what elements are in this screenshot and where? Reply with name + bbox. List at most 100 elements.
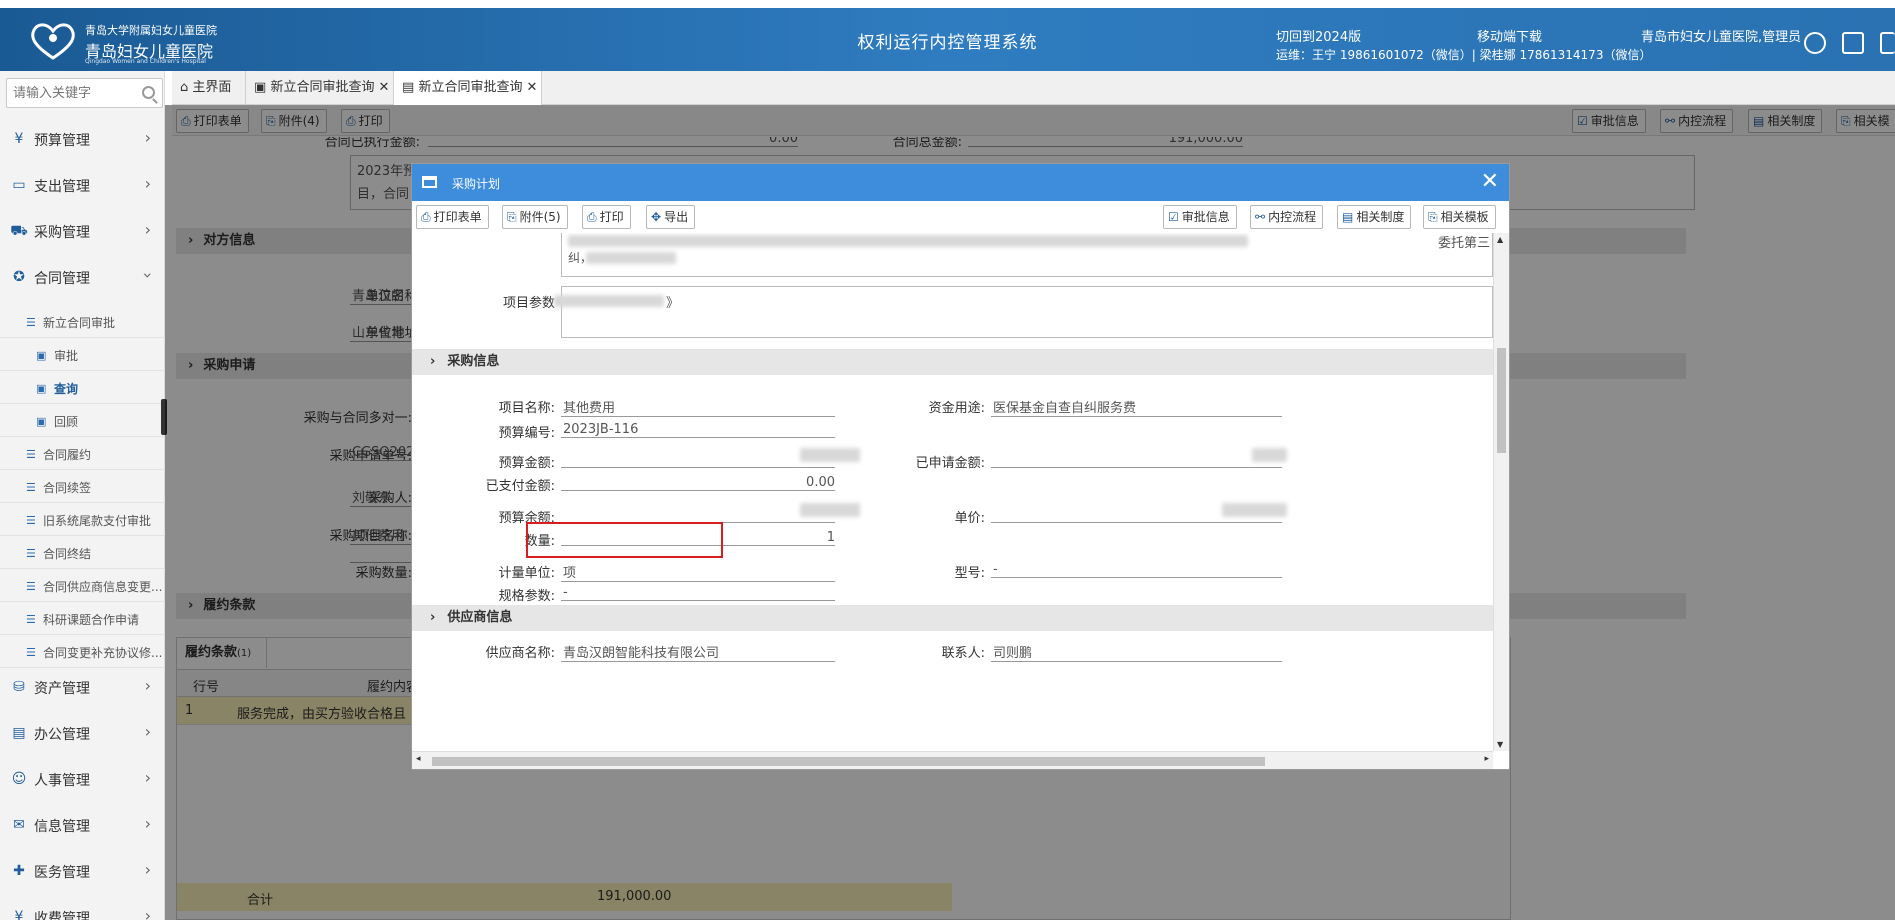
purchase-detail-textarea[interactable]: 纠， 委托第三 (561, 233, 1493, 277)
tab-home[interactable]: ⌂ 主界面 (172, 71, 246, 105)
close-icon[interactable]: ✕ (526, 80, 537, 95)
spec-label: 规格参数: (498, 589, 555, 604)
supplier-info-section[interactable]: › 供应商信息 (412, 605, 1493, 631)
applied-amount-label: 已申请金额: (915, 456, 985, 471)
doc-icon: ▣ (36, 382, 47, 395)
budget-amount-label: 预算金额: (498, 456, 555, 471)
chevron-right-icon: › (144, 220, 151, 239)
message-icon: ✉ (13, 817, 25, 833)
scroll-down-icon[interactable]: ▼ (1497, 740, 1503, 749)
redacted-text (1222, 503, 1287, 517)
modal-export-button[interactable]: ✥ 导出 (646, 205, 696, 229)
logout-icon[interactable] (1880, 32, 1895, 54)
menu-procurement[interactable]: ⛟ 采购管理 › (0, 208, 165, 254)
doc-icon: ▣ (36, 415, 47, 428)
briefcase-icon: ▤ (12, 725, 26, 741)
list-icon: ☰ (26, 514, 36, 527)
modal-attachment-button[interactable]: ⎘ 附件(5) (502, 205, 568, 229)
sub-termination[interactable]: ☰ 合同终结 (0, 536, 165, 569)
chevron-right-icon: › (430, 610, 436, 625)
list-icon: ☰ (26, 646, 36, 659)
menu-fee[interactable]: ¥ 收费管理 › (0, 894, 165, 920)
sub-approve[interactable]: ▣ 审批 (0, 338, 165, 371)
menu-budget[interactable]: ¥ 预算管理 › (0, 116, 165, 162)
list-icon: ☰ (26, 448, 36, 461)
project-ref-textarea[interactable]: 》 (554, 286, 1493, 338)
menu-info[interactable]: ✉ 信息管理 › (0, 802, 165, 848)
project-name-value: 其他费用 (561, 397, 835, 417)
asset-icon: ⛁ (13, 679, 25, 695)
lock-icon[interactable] (1842, 32, 1864, 54)
redacted-text (800, 503, 860, 517)
sidebar: ¥预算管理› ▭支出管理› ⛟采购管理› ✪合同管理› ☰新立合同审批 ▣审批 … (0, 71, 167, 920)
redacted-text (568, 235, 1248, 247)
sub-research[interactable]: ☰ 科研课题合作申请 (0, 602, 165, 635)
close-icon[interactable]: ✕ (378, 80, 389, 95)
app-header: 青岛大学附属妇女儿童医院 青岛妇女儿童医院 Qingdao Women and … (0, 8, 1895, 71)
chevron-right-icon: › (430, 354, 436, 369)
modal-horizontal-scrollbar[interactable]: ◂ ▸ (412, 751, 1493, 769)
paid-amount-value: 0.00 (561, 475, 835, 491)
modal-print-form-button[interactable]: ⎙ 打印表单 (416, 205, 489, 229)
switch-version-link[interactable]: 切回到2024版 (1276, 26, 1361, 45)
chevron-right-icon: › (144, 814, 151, 833)
entrust-text: 委托第三 (1437, 236, 1490, 251)
scroll-thumb[interactable] (432, 757, 1265, 766)
attachment-icon: ⎘ (507, 210, 517, 224)
chevron-right-icon: › (144, 906, 151, 920)
sub-query[interactable]: ▣ 查询 (0, 371, 165, 404)
scroll-right-icon[interactable]: ▸ (1484, 754, 1489, 764)
unit-price-label: 单价: (954, 511, 985, 526)
menu-hr[interactable]: ☺ 人事管理 › (0, 756, 165, 802)
purchase-info-section[interactable]: › 采购信息 (412, 349, 1493, 375)
close-icon[interactable]: ✕ (1481, 169, 1499, 194)
sub-performance[interactable]: ☰ 合同履约 (0, 437, 165, 470)
model-label: 型号: (954, 566, 985, 581)
list-icon: ☰ (26, 580, 36, 593)
chevron-right-icon: › (144, 768, 151, 787)
search-input[interactable] (7, 79, 132, 107)
menu-asset[interactable]: ⛁ 资产管理 › (0, 664, 165, 710)
menu-contract[interactable]: ✪ 合同管理 › (0, 254, 165, 300)
modal-approval-info-button[interactable]: ☑ 审批信息 (1163, 205, 1237, 229)
sub-renewal[interactable]: ☰ 合同续签 (0, 470, 165, 503)
project-name-label: 项目名称: (498, 401, 555, 416)
contact-value: 司则鹏 (991, 642, 1282, 662)
chevron-down-icon: › (138, 272, 158, 279)
modal-internal-flow-button[interactable]: ⚯ 内控流程 (1250, 205, 1324, 229)
mobile-download-link[interactable]: 移动端下载 (1477, 26, 1542, 45)
modal-related-rules-button[interactable]: ▤ 相关制度 (1337, 205, 1412, 229)
menu-office[interactable]: ▤ 办公管理 › (0, 710, 165, 756)
user-icon[interactable] (1804, 32, 1826, 54)
scroll-thumb[interactable] (1497, 348, 1506, 453)
redacted-text (554, 295, 664, 307)
current-user[interactable]: 青岛市妇女儿童医院,管理员 (1641, 26, 1801, 45)
chevron-right-icon: › (144, 174, 151, 193)
modal-toolbar: ⎙ 打印表单 ⎘ 附件(5) ⎙ 打印 ✥ 导出 ☑ 审批信息 ⚯ 内控流程 ▤ 相关制度 ⎘… (412, 201, 1509, 233)
modal-related-templates-button[interactable]: ⎘ 相关模板 (1423, 205, 1496, 229)
tab-contract-query[interactable]: ▣ 新立合同审批查询 ✕ (246, 71, 394, 105)
printer-icon: ⎙ (421, 210, 431, 224)
printer-icon: ⎙ (587, 210, 597, 224)
sub-supplier-change[interactable]: ☰ 合同供应商信息变更... (0, 569, 165, 602)
scroll-left-icon[interactable]: ◂ (416, 754, 421, 764)
tab-contract-query-active[interactable]: ▤ 新立合同审批查询 ✕ (394, 71, 542, 105)
modal-header: 采购计划 ✕ (412, 164, 1509, 201)
sidebar-search[interactable] (6, 78, 163, 108)
tab-bar: ⌂ 主界面 ▣ 新立合同审批查询 ✕ ▤ 新立合同审批查询 ✕ (172, 71, 1895, 105)
modal-vertical-scrollbar[interactable]: ▲ ▼ (1493, 233, 1509, 751)
sub-legacy-payment[interactable]: ☰ 旧系统尾款支付审批 (0, 503, 165, 536)
menu-medical[interactable]: ✚ 医务管理 › (0, 848, 165, 894)
redacted-text (1252, 448, 1287, 462)
chevron-right-icon: › (144, 128, 151, 147)
chevron-right-icon: › (144, 722, 151, 741)
contact-label: 联系人: (941, 646, 985, 661)
sub-new-contract[interactable]: ☰ 新立合同审批 (0, 305, 165, 338)
scroll-up-icon[interactable]: ▲ (1497, 235, 1503, 244)
project-ref-label: 项目参数 (502, 296, 555, 311)
menu-expense[interactable]: ▭ 支出管理 › (0, 162, 165, 208)
modal-print-button[interactable]: ⎙ 打印 (582, 205, 631, 229)
sub-review[interactable]: ▣ 回顾 (0, 404, 165, 437)
search-icon[interactable] (142, 86, 155, 99)
fund-use-value: 医保基金自查自纠服务费 (991, 397, 1282, 417)
